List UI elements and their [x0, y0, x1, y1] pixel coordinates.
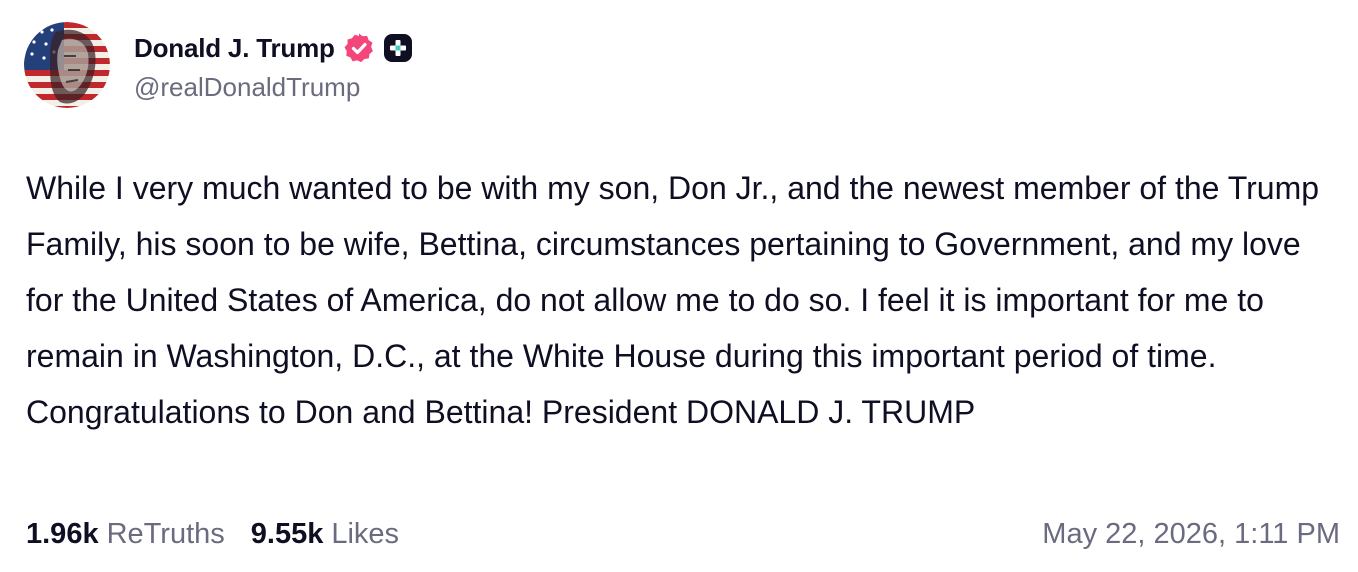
avatar[interactable] — [24, 22, 110, 108]
truth-post: Donald J. Trump @realDonaldTrump While I… — [0, 0, 1358, 572]
post-timestamp[interactable]: May 22, 2026, 1:11 PM — [1042, 518, 1340, 551]
likes-stat[interactable]: 9.55k Likes — [251, 518, 399, 551]
post-header: Donald J. Trump @realDonaldTrump — [24, 22, 413, 108]
likes-count: 9.55k — [250, 517, 324, 550]
post-stats: 1.96k ReTruths 9.55k Likes — [26, 518, 399, 551]
avatar-image — [24, 22, 110, 108]
author-name-row: Donald J. Trump — [134, 26, 413, 70]
verified-badge-icon — [343, 32, 375, 64]
author-handle[interactable]: @realDonaldTrump — [134, 70, 413, 104]
author-display-name[interactable]: Donald J. Trump — [134, 33, 335, 64]
retruths-label: ReTruths — [106, 517, 225, 550]
likes-label: Likes — [331, 517, 400, 550]
post-footer: 1.96k ReTruths 9.55k Likes May 22, 2026,… — [26, 510, 1340, 558]
post-body-text: While I very much wanted to be with my s… — [26, 170, 1320, 430]
retruths-stat[interactable]: 1.96k ReTruths — [26, 518, 225, 551]
author-identity: Donald J. Trump @realDonaldTrump — [134, 26, 413, 104]
retruths-count: 1.96k — [26, 517, 99, 550]
plus-badge-icon — [383, 33, 413, 63]
